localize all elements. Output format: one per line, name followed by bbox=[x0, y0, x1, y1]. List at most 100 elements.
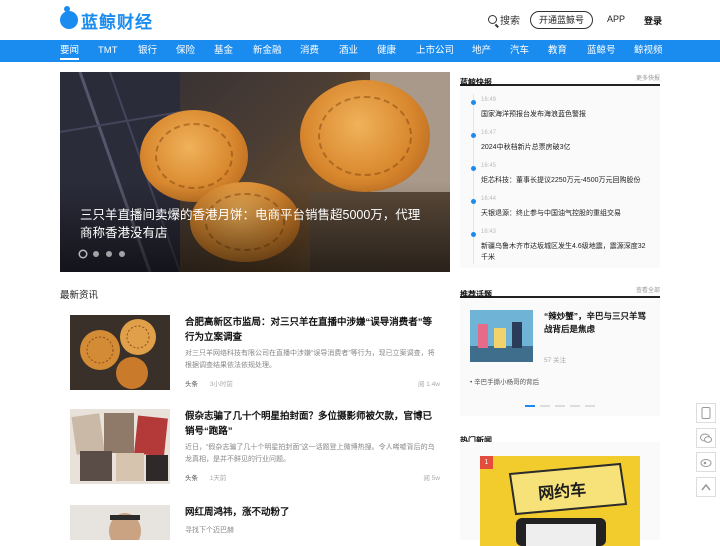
topic-title[interactable]: “辣炒蟹”，辛巴与三只羊骂战背后是焦虑 bbox=[544, 310, 654, 336]
article-item[interactable]: 假杂志骗了几十个明星拍封面？多位摄影师被欠款，官博已销号“跑路” 近日，“假杂志… bbox=[70, 409, 450, 499]
nav-item-insurance[interactable]: 保险 bbox=[176, 40, 195, 62]
nav-item-auto[interactable]: 汽车 bbox=[510, 40, 529, 62]
topic-pager-dot[interactable] bbox=[525, 405, 535, 407]
article-desc: 寻找下个迈巴赫 bbox=[185, 527, 234, 534]
weibo-button[interactable] bbox=[696, 452, 716, 472]
mobile-button[interactable] bbox=[696, 403, 716, 423]
hero-carousel[interactable]: 三只羊直播间卖爆的香港月饼：电商平台销售超5000万，代理商称香港没有店 bbox=[60, 72, 450, 272]
nav-item-fintech[interactable]: 新金融 bbox=[253, 40, 282, 62]
app-link[interactable]: APP bbox=[607, 14, 625, 24]
nav-item-bank[interactable]: 银行 bbox=[138, 40, 157, 62]
nav-item-liquor[interactable]: 酒业 bbox=[339, 40, 358, 62]
nav-item-news[interactable]: 要闻 bbox=[60, 40, 80, 62]
article-desc: 对三只羊网络科技有限公司在直播中涉嫌“误导消费者”等行为，现已立案调查，将根据调… bbox=[185, 350, 435, 369]
topics-header: 推荐话题 查看全部 bbox=[460, 284, 660, 299]
phone-icon bbox=[701, 407, 711, 419]
article-meta: 头条 3小时前 阅 1.4w bbox=[185, 378, 440, 388]
article-thumbnail bbox=[70, 505, 170, 540]
timeline-dot bbox=[471, 133, 476, 138]
flash-news-header: 蓝鲸快报 更多快报 bbox=[460, 72, 660, 87]
logo-text: 蓝鲸财经 bbox=[81, 12, 153, 32]
flash-time: 16:45 bbox=[481, 163, 497, 169]
article-views: 阅 1.4w bbox=[417, 381, 440, 388]
topic-pager-dot[interactable] bbox=[585, 405, 595, 407]
article-source[interactable]: 头条 bbox=[185, 381, 198, 388]
mooncake-image bbox=[300, 80, 430, 192]
nav-item-fund[interactable]: 基金 bbox=[214, 40, 233, 62]
article-time: 3小时前 bbox=[209, 381, 233, 388]
nav-item-consumer[interactable]: 消费 bbox=[300, 40, 319, 62]
search-icon bbox=[488, 15, 497, 24]
article-item[interactable]: 网红周鸿祎，涨不动粉了 寻找下个迈巴赫 bbox=[70, 505, 450, 540]
timeline-dot bbox=[471, 199, 476, 204]
topics-more-link[interactable]: 查看全部 bbox=[636, 285, 660, 294]
wechat-button[interactable] bbox=[696, 428, 716, 448]
carousel-dots bbox=[80, 251, 132, 257]
carousel-dot[interactable] bbox=[106, 251, 112, 257]
nav-item-lanjinghao[interactable]: 蓝鲸号 bbox=[587, 40, 616, 62]
topic-count: 57 关注 bbox=[544, 357, 567, 364]
main-nav: 要闻 TMT 银行 保险 基金 新金融 消费 酒业 健康 上市公司 地产 汽车 … bbox=[0, 40, 720, 62]
topic-card[interactable]: “辣炒蟹”，辛巴与三只羊骂战背后是焦虑 57 关注 • 辛巴手撕小杨哥的背后 bbox=[460, 298, 660, 416]
topic-sub-link[interactable]: • 辛巴手撕小杨哥的背后 bbox=[470, 376, 539, 386]
search-label: 搜索 bbox=[500, 16, 520, 27]
nav-item-health[interactable]: 健康 bbox=[377, 40, 396, 62]
article-time: 1天前 bbox=[209, 475, 227, 482]
flash-time: 16:47 bbox=[481, 130, 497, 136]
login-link[interactable]: 登录 bbox=[644, 14, 662, 27]
article-title[interactable]: 网红周鸿祎，涨不动粉了 bbox=[185, 505, 440, 520]
flash-time: 16:43 bbox=[481, 229, 497, 235]
article-title[interactable]: 合肥高新区市监局：对三只羊在直播中涉嫌“误导消费者”等行为立案调查 bbox=[185, 315, 440, 345]
topic-pager-dot[interactable] bbox=[555, 405, 565, 407]
timeline-dot bbox=[471, 100, 476, 105]
wechat-icon bbox=[700, 433, 712, 443]
site-logo[interactable]: 蓝鲸财经 bbox=[60, 6, 153, 33]
flash-text[interactable]: 2024中秋档新片总票房破3亿 bbox=[481, 142, 651, 153]
article-title[interactable]: 假杂志骗了几十个明星拍封面？多位摄影师被欠款，官博已销号“跑路” bbox=[185, 409, 440, 439]
hot-sign-text: 网约车 bbox=[537, 481, 587, 504]
nav-item-education[interactable]: 教育 bbox=[548, 40, 567, 62]
article-thumbnail bbox=[70, 409, 170, 484]
top-header: 蓝鲸财经 搜索 开通蓝鲸号 APP 登录 bbox=[0, 0, 720, 40]
hero-title[interactable]: 三只羊直播间卖爆的香港月饼：电商平台销售超5000万，代理商称香港没有店 bbox=[80, 206, 430, 242]
flash-text[interactable]: 新疆乌鲁木齐市达坂城区发生4.6级地震，震源深度32千米 bbox=[481, 241, 651, 263]
nav-item-realestate[interactable]: 地产 bbox=[472, 40, 491, 62]
topic-pager-dot[interactable] bbox=[540, 405, 550, 407]
up-icon bbox=[701, 483, 711, 491]
mooncake-thumbnail bbox=[70, 315, 170, 390]
search-button[interactable]: 搜索 bbox=[488, 12, 520, 27]
article-thumbnail bbox=[70, 315, 170, 390]
timeline-dot bbox=[471, 232, 476, 237]
flash-text[interactable]: 炬芯科技：董事长提议2250万元-4500万元回购股份 bbox=[481, 175, 651, 186]
rank-badge: 1 bbox=[480, 456, 493, 469]
weibo-icon bbox=[700, 459, 712, 467]
latest-news-heading: 最新资讯 bbox=[60, 290, 99, 301]
back-to-top-button[interactable] bbox=[696, 477, 716, 497]
nav-item-video[interactable]: 鲸视频 bbox=[634, 40, 663, 62]
whale-logo-icon bbox=[60, 6, 78, 29]
topic-illustration bbox=[470, 310, 533, 362]
person-thumbnail bbox=[70, 505, 170, 540]
carousel-dot[interactable] bbox=[119, 251, 125, 257]
hot-news-card[interactable]: 网约车 1 bbox=[460, 442, 660, 546]
hot-news-image: 网约车 bbox=[480, 456, 640, 546]
carousel-dot[interactable] bbox=[80, 251, 86, 257]
timeline-line bbox=[473, 94, 474, 264]
flash-more-link[interactable]: 更多快报 bbox=[636, 73, 660, 82]
topic-thumbnail bbox=[470, 310, 533, 362]
article-item[interactable]: 合肥高新区市监局：对三只羊在直播中涉嫌“误导消费者”等行为立案调查 对三只羊网络… bbox=[70, 315, 450, 405]
flash-text[interactable]: 国家海洋预报台发布海浪蓝色警报 bbox=[481, 109, 651, 120]
topic-pager-dot[interactable] bbox=[570, 405, 580, 407]
article-desc: 近日，“假杂志骗了几十个明星拍封面”这一话题登上微博热搜。令人唏嘘背后的乌龙真相… bbox=[185, 444, 435, 463]
flash-time: 16:49 bbox=[481, 97, 497, 103]
article-meta: 头条 1天前 阅 5w bbox=[185, 472, 440, 482]
article-source[interactable]: 头条 bbox=[185, 475, 198, 482]
nav-item-listed[interactable]: 上市公司 bbox=[416, 40, 454, 62]
carousel-dot[interactable] bbox=[93, 251, 99, 257]
topic-sub-text: 辛巴手撕小杨哥的背后 bbox=[474, 379, 540, 386]
flash-text[interactable]: 天银退源：终止参与中国油气控股的重组交易 bbox=[481, 208, 651, 219]
article-views: 阅 5w bbox=[423, 475, 440, 482]
magazine-thumbnail bbox=[70, 409, 170, 484]
nav-item-tmt[interactable]: TMT bbox=[98, 40, 118, 62]
open-account-button[interactable]: 开通蓝鲸号 bbox=[530, 11, 593, 29]
